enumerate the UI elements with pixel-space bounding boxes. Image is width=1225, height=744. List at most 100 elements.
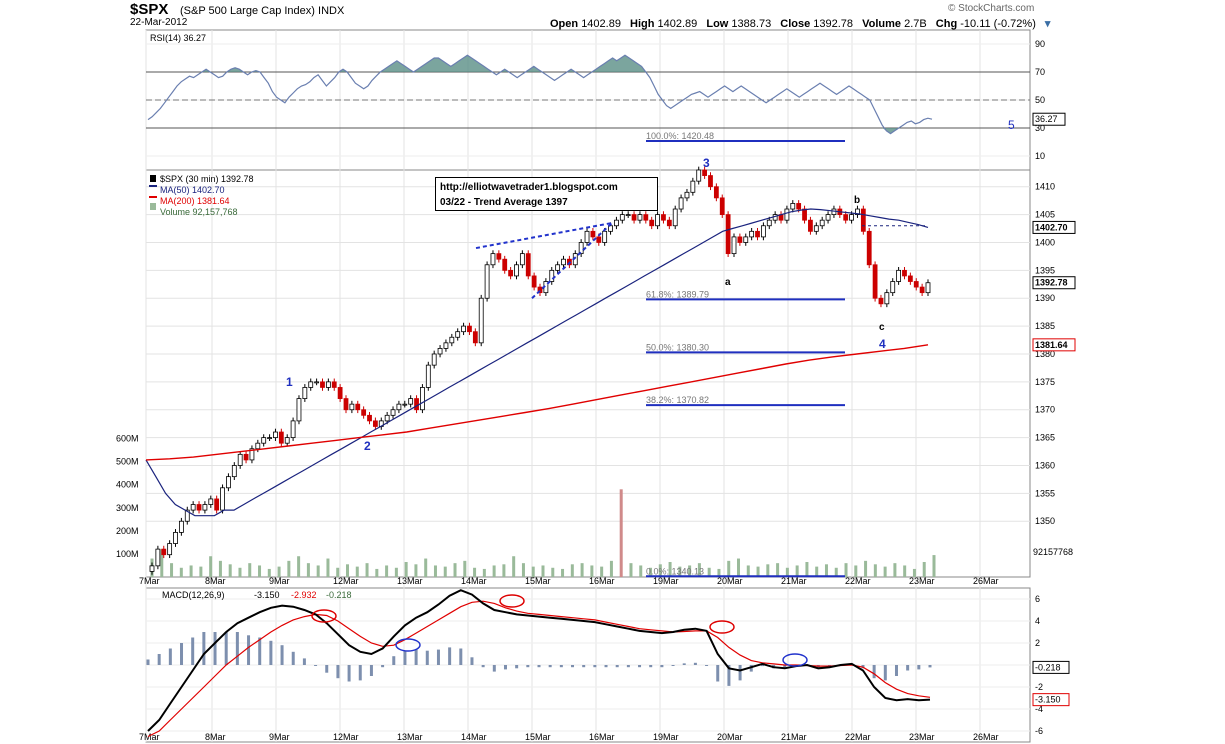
volume-bar <box>297 556 301 577</box>
macd-histogram-bar <box>883 665 887 681</box>
macd-histogram-bar <box>247 635 251 665</box>
candle-body <box>496 253 502 260</box>
candle-body <box>149 565 155 572</box>
volume-bar <box>570 564 574 577</box>
wave-label-c: c <box>879 322 885 333</box>
macd-histogram-bar <box>168 648 172 665</box>
price-tick-label: 1360 <box>1035 460 1055 470</box>
candle-body <box>666 219 672 227</box>
macd-histogram-bar <box>392 656 396 665</box>
volume-bar <box>248 563 252 577</box>
x-tick-label: 14Mar <box>461 576 487 586</box>
macd-histogram-bar <box>515 665 519 669</box>
candle-body <box>902 269 907 277</box>
rsi-value-label: 36.27 <box>1035 114 1058 124</box>
candle-body <box>273 431 278 439</box>
volume-bar <box>218 560 222 577</box>
histogram-value-label: -0.218 <box>1035 662 1061 672</box>
candle-body <box>755 230 760 238</box>
macd-histogram-bar <box>738 665 742 681</box>
candle-body <box>420 387 425 411</box>
candle-body <box>725 214 731 255</box>
annotation-box: http://elliotwavetrader1.blogspot.com 03… <box>435 177 658 211</box>
candle-body <box>284 437 290 444</box>
candle-body <box>784 208 790 221</box>
volume-bar <box>883 566 887 577</box>
macd-histogram-bar <box>425 650 429 665</box>
price-tick-label: 1365 <box>1035 433 1055 443</box>
macd-histogram-bar <box>660 665 664 668</box>
candle-body <box>425 364 431 388</box>
candle-body <box>167 543 173 556</box>
macd-histogram-bar <box>291 651 295 665</box>
candle-body <box>372 420 378 427</box>
volume-bar <box>561 568 565 577</box>
annotation-text: 03/22 - Trend Average 1397 <box>440 197 568 208</box>
macd-x-tick-label: 12Mar <box>333 732 359 742</box>
volume-bar <box>590 565 594 577</box>
x-tick-label: 26Mar <box>973 576 999 586</box>
volume-bar <box>238 567 242 577</box>
candle-body <box>173 531 178 544</box>
candle-body <box>678 197 684 210</box>
candle-body <box>220 487 225 511</box>
fib-level-label: 50.0%: 1380.30 <box>646 342 709 352</box>
volume-bar <box>316 565 320 577</box>
macd-histogram-bar <box>716 665 720 682</box>
macd-histogram-bar <box>526 665 530 668</box>
wave-label-b: b <box>854 195 860 206</box>
candle-body <box>672 208 678 227</box>
candle-body <box>737 236 743 243</box>
candle-body <box>766 219 772 227</box>
price-legend-item: MA(50) 1402.70 <box>160 185 225 195</box>
macd-x-tick-label: 26Mar <box>973 732 999 742</box>
volume-bar <box>170 563 174 577</box>
volume-bar <box>258 565 262 577</box>
candle-body <box>896 269 902 282</box>
x-tick-label: 13Mar <box>397 576 423 586</box>
x-tick-label: 20Mar <box>717 576 743 586</box>
macd-histogram-bar <box>470 657 474 665</box>
price-legend-item: Volume 92,157,768 <box>160 207 238 217</box>
candle-body <box>337 387 343 399</box>
candle-body <box>449 336 455 344</box>
candle-body <box>555 264 561 271</box>
volume-bar <box>346 564 349 577</box>
macd-legend-value: -3.150 <box>254 590 280 600</box>
volume-bar <box>463 560 467 577</box>
candle-body <box>302 387 308 399</box>
volume-bar <box>619 489 623 577</box>
macd-tick-label: -6 <box>1035 726 1043 736</box>
macd-x-tick-label: 21Mar <box>781 732 807 742</box>
price-tick-label: 1405 <box>1035 210 1055 220</box>
candle-body <box>614 219 619 227</box>
candle-body <box>502 258 508 271</box>
volume-bar <box>267 568 271 577</box>
candle-body <box>402 403 408 406</box>
macd-x-tick-label: 15Mar <box>525 732 551 742</box>
candle-body <box>719 197 725 216</box>
volume-bar <box>385 565 389 577</box>
volume-tick-label: 300M <box>116 503 139 513</box>
stock-chart: 7Mar 7Mar 8Mar 8Mar 9Mar 9Mar 12Mar 12Mar 13Mar 1… <box>116 29 1076 743</box>
candle-body <box>514 264 519 277</box>
candle-body <box>525 253 531 277</box>
volume-bar <box>551 567 555 577</box>
macd-histogram-bar <box>872 665 876 679</box>
macd-histogram-bar <box>436 649 440 665</box>
volume-bar <box>766 564 770 577</box>
volume-bar <box>932 555 936 577</box>
macd-histogram-bar <box>693 662 697 665</box>
macd-value-label: -3.150 <box>1035 695 1061 705</box>
macd-histogram-bar <box>414 649 418 665</box>
macd-histogram-bar <box>369 665 373 676</box>
volume-bar <box>482 568 486 577</box>
macd-histogram-bar <box>191 637 195 665</box>
macd-histogram-bar <box>280 645 284 665</box>
volume-bar <box>414 564 418 577</box>
candle-body <box>267 437 272 440</box>
volume-bar <box>922 562 926 577</box>
candle-body <box>331 381 337 388</box>
volume-bar <box>609 560 613 577</box>
wave-label-4: 4 <box>879 337 886 351</box>
